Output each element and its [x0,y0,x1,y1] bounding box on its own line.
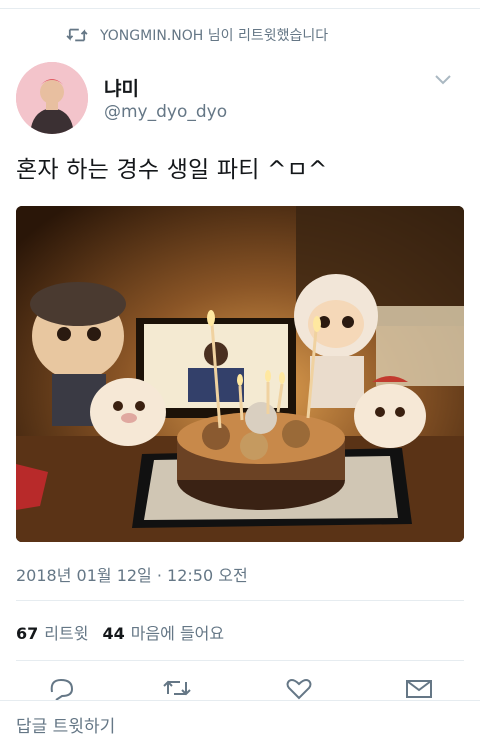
tweet-timestamp[interactable]: 2018년 01월 12일 · 12:50 오전 [16,562,248,586]
tweet-text: 혼자 하는 경수 생일 파티 ^ㅁ^ [16,157,328,183]
divider-top [16,600,464,601]
retweet-small-icon [66,28,88,42]
like-icon[interactable] [284,676,314,700]
top-edge [0,0,480,9]
retweet-context: YONGMIN.NOH 님이 리트윗했습니다 [66,24,328,46]
likes-label[interactable]: 마음에 들어요 [131,620,224,644]
author-handle[interactable]: @my_dyo_dyo [104,102,227,122]
avatar[interactable] [16,62,88,134]
reply-bar: 답글 트윗하기 [0,700,480,754]
retweets-label[interactable]: 리트윗 [44,620,88,644]
tweet-header: 냐미 @my_dyo_dyo [16,62,464,134]
reply-input[interactable]: 답글 트윗하기 [16,713,456,741]
likes-count[interactable]: 44 [102,624,124,643]
tweet-photo[interactable] [16,206,464,542]
chevron-down-icon[interactable] [434,74,452,86]
author-name[interactable]: 냐미 [104,74,139,101]
message-icon[interactable] [404,676,434,700]
reply-icon[interactable] [46,676,76,700]
action-bar [0,676,480,700]
retweets-count[interactable]: 67 [16,624,38,643]
divider-bottom [16,660,464,661]
tweet-stats: 67 리트윗 44 마음에 들어요 [16,620,224,644]
retweet-icon[interactable] [162,676,192,700]
retweet-context-text: YONGMIN.NOH 님이 리트윗했습니다 [100,28,329,44]
